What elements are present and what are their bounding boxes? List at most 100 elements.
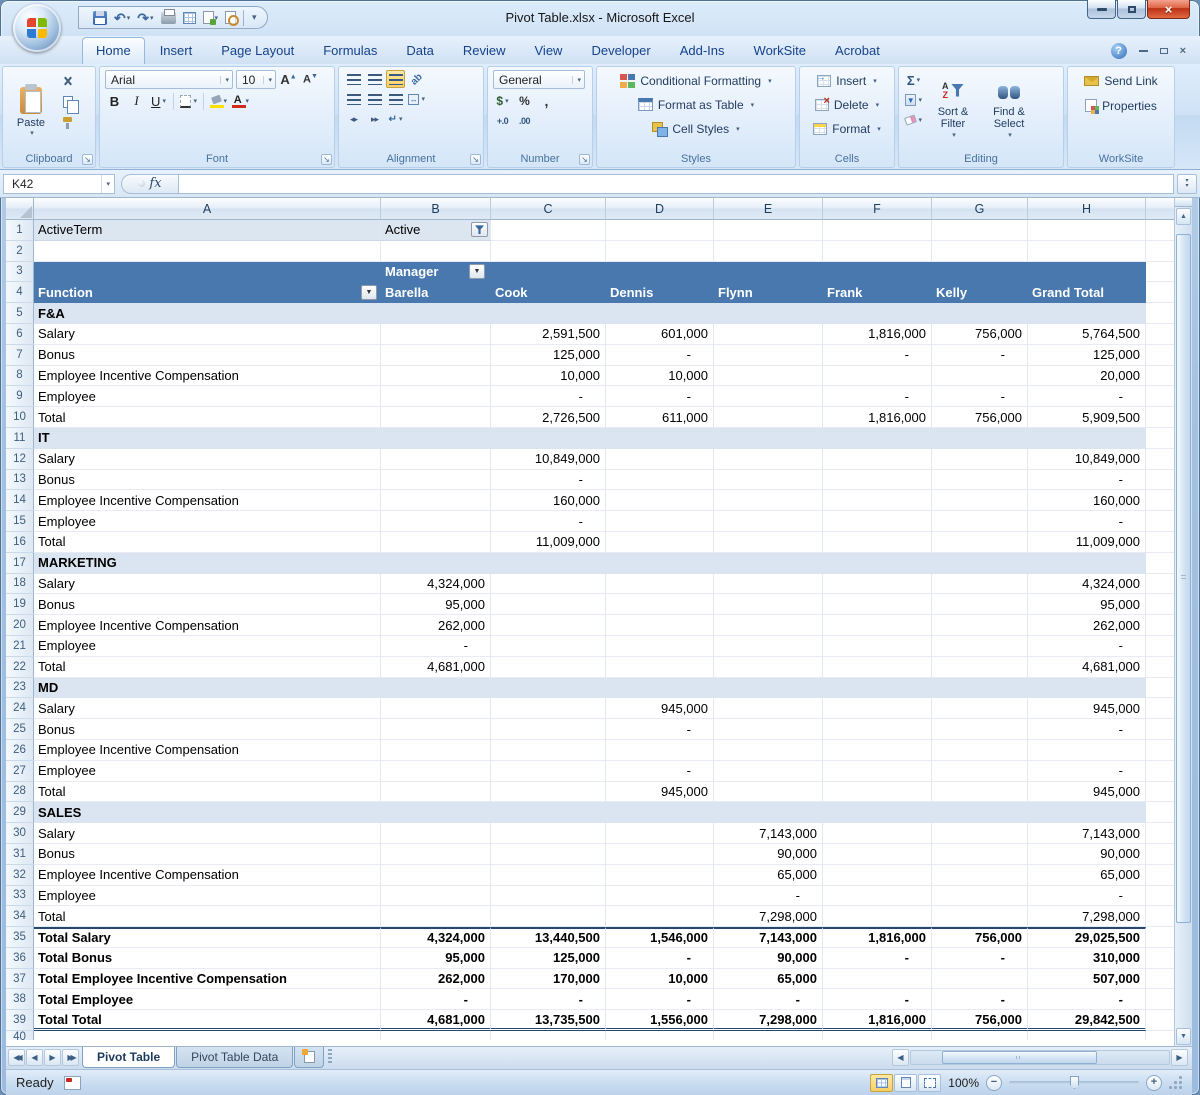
cell-D32[interactable] — [606, 865, 714, 886]
cell-G35[interactable]: 756,000 — [932, 927, 1028, 948]
cell-H10[interactable]: 5,909,500 — [1028, 407, 1146, 428]
cell-C20[interactable] — [491, 615, 606, 636]
cell-D23[interactable] — [606, 678, 714, 699]
cell-A38[interactable]: Total Employee — [34, 989, 381, 1010]
column-header-B[interactable]: B — [381, 198, 491, 220]
cell-C17[interactable] — [491, 553, 606, 574]
row-header-1[interactable]: 1 — [6, 220, 34, 241]
cell-E18[interactable] — [714, 574, 823, 595]
cell-E2[interactable] — [714, 241, 823, 262]
cell-D20[interactable] — [606, 615, 714, 636]
cell-C15[interactable]: - — [491, 511, 606, 532]
cell-E7[interactable] — [714, 345, 823, 366]
cell-B37[interactable]: 262,000 — [381, 969, 491, 990]
cell-H19[interactable]: 95,000 — [1028, 594, 1146, 615]
cell-B15[interactable] — [381, 511, 491, 532]
cell-C38[interactable]: - — [491, 989, 606, 1010]
row-header-28[interactable]: 28 — [6, 782, 34, 803]
cell-G29[interactable] — [932, 802, 1028, 823]
cell-H16[interactable]: 11,009,000 — [1028, 532, 1146, 553]
cell-A33[interactable]: Employee — [34, 886, 381, 907]
cell-C18[interactable] — [491, 574, 606, 595]
cell-H40[interactable] — [1028, 1031, 1146, 1040]
cell-A31[interactable]: Bonus — [34, 844, 381, 865]
row-header-39[interactable]: 39 — [6, 1010, 34, 1031]
cell-H1[interactable] — [1028, 220, 1146, 241]
cell-A8[interactable]: Employee Incentive Compensation — [34, 366, 381, 387]
cell-E5[interactable] — [714, 303, 823, 324]
cell-D12[interactable] — [606, 449, 714, 470]
cell-B35[interactable]: 4,324,000 — [381, 927, 491, 948]
row-header-27[interactable]: 27 — [6, 761, 34, 782]
cell-B6[interactable] — [381, 324, 491, 345]
cell-E25[interactable] — [714, 719, 823, 740]
cell-F36[interactable]: - — [823, 948, 932, 969]
increase-decimal-button[interactable]: +.0 — [493, 112, 512, 130]
cell-E29[interactable] — [714, 802, 823, 823]
cell-G9[interactable]: - — [932, 386, 1028, 407]
cell-E38[interactable]: - — [714, 989, 823, 1010]
cell-A29[interactable]: SALES — [34, 802, 381, 823]
cell-B18[interactable]: 4,324,000 — [381, 574, 491, 595]
cell-H33[interactable]: - — [1028, 886, 1146, 907]
cell-D22[interactable] — [606, 657, 714, 678]
row-header-19[interactable]: 19 — [6, 594, 34, 615]
cell-A28[interactable]: Total — [34, 782, 381, 803]
cell-D13[interactable] — [606, 470, 714, 491]
cell-H2[interactable] — [1028, 241, 1146, 262]
next-sheet-icon[interactable]: ▶ — [44, 1049, 61, 1066]
column-header-A[interactable]: A — [34, 198, 381, 220]
cell-B5[interactable] — [381, 303, 491, 324]
cell-D1[interactable] — [606, 220, 714, 241]
cell-D11[interactable] — [606, 428, 714, 449]
cell-D33[interactable] — [606, 886, 714, 907]
cell-D3[interactable] — [606, 262, 714, 283]
cell-G31[interactable] — [932, 844, 1028, 865]
cell-B20[interactable]: 262,000 — [381, 615, 491, 636]
cell-C35[interactable]: 13,440,500 — [491, 927, 606, 948]
cell-G28[interactable] — [932, 782, 1028, 803]
page-layout-view-button[interactable] — [894, 1074, 917, 1092]
decrease-decimal-button[interactable]: .00 — [515, 112, 534, 130]
sheet-tab-pivot-table[interactable]: Pivot Table — [82, 1047, 175, 1068]
cell-F38[interactable]: - — [823, 989, 932, 1010]
cell-D30[interactable] — [606, 823, 714, 844]
cell-D34[interactable] — [606, 906, 714, 927]
cell-G37[interactable] — [932, 969, 1028, 990]
cell-E14[interactable] — [714, 490, 823, 511]
scroll-right-icon[interactable]: ▶ — [1171, 1049, 1188, 1066]
cell-D19[interactable] — [606, 594, 714, 615]
row-header-38[interactable]: 38 — [6, 989, 34, 1010]
cell-A32[interactable]: Employee Incentive Compensation — [34, 865, 381, 886]
cell-D29[interactable] — [606, 802, 714, 823]
first-sheet-icon[interactable]: ◀◀ — [8, 1049, 25, 1066]
find-select-button[interactable]: Find & Select▾ — [983, 70, 1035, 151]
cell-G1[interactable] — [932, 220, 1028, 241]
accounting-format-button[interactable]: $▾ — [493, 92, 512, 110]
cell-D24[interactable]: 945,000 — [606, 698, 714, 719]
cell-H7[interactable]: 125,000 — [1028, 345, 1146, 366]
cell-D15[interactable] — [606, 511, 714, 532]
cell-E34[interactable]: 7,298,000 — [714, 906, 823, 927]
column-header-C[interactable]: C — [491, 198, 606, 220]
row-header-26[interactable]: 26 — [6, 740, 34, 761]
cell-H22[interactable]: 4,681,000 — [1028, 657, 1146, 678]
sort-filter-button[interactable]: AZ Sort & Filter▾ — [927, 70, 979, 151]
cell-C30[interactable] — [491, 823, 606, 844]
zoom-in-icon[interactable]: + — [1146, 1075, 1162, 1091]
cell-B2[interactable] — [381, 241, 491, 262]
cell-G34[interactable] — [932, 906, 1028, 927]
tab-formulas[interactable]: Formulas — [309, 37, 391, 64]
cell-B14[interactable] — [381, 490, 491, 511]
tab-view[interactable]: View — [521, 37, 577, 64]
cell-B16[interactable] — [381, 532, 491, 553]
cell-G20[interactable] — [932, 615, 1028, 636]
cell-G39[interactable]: 756,000 — [932, 1010, 1028, 1031]
cell-H9[interactable]: - — [1028, 386, 1146, 407]
cell-B23[interactable] — [381, 678, 491, 699]
minimize-button[interactable] — [1087, 0, 1116, 19]
sheet-tab-pivot-table-data[interactable]: Pivot Table Data — [176, 1047, 293, 1068]
cell-H21[interactable]: - — [1028, 636, 1146, 657]
title-bar[interactable]: ↶▾ ↷▾ ▾ ▾ Pivot Table.xlsx - Microsoft E… — [0, 0, 1200, 36]
horizontal-scrollbar[interactable]: ◀ ▶ — [892, 1049, 1188, 1066]
